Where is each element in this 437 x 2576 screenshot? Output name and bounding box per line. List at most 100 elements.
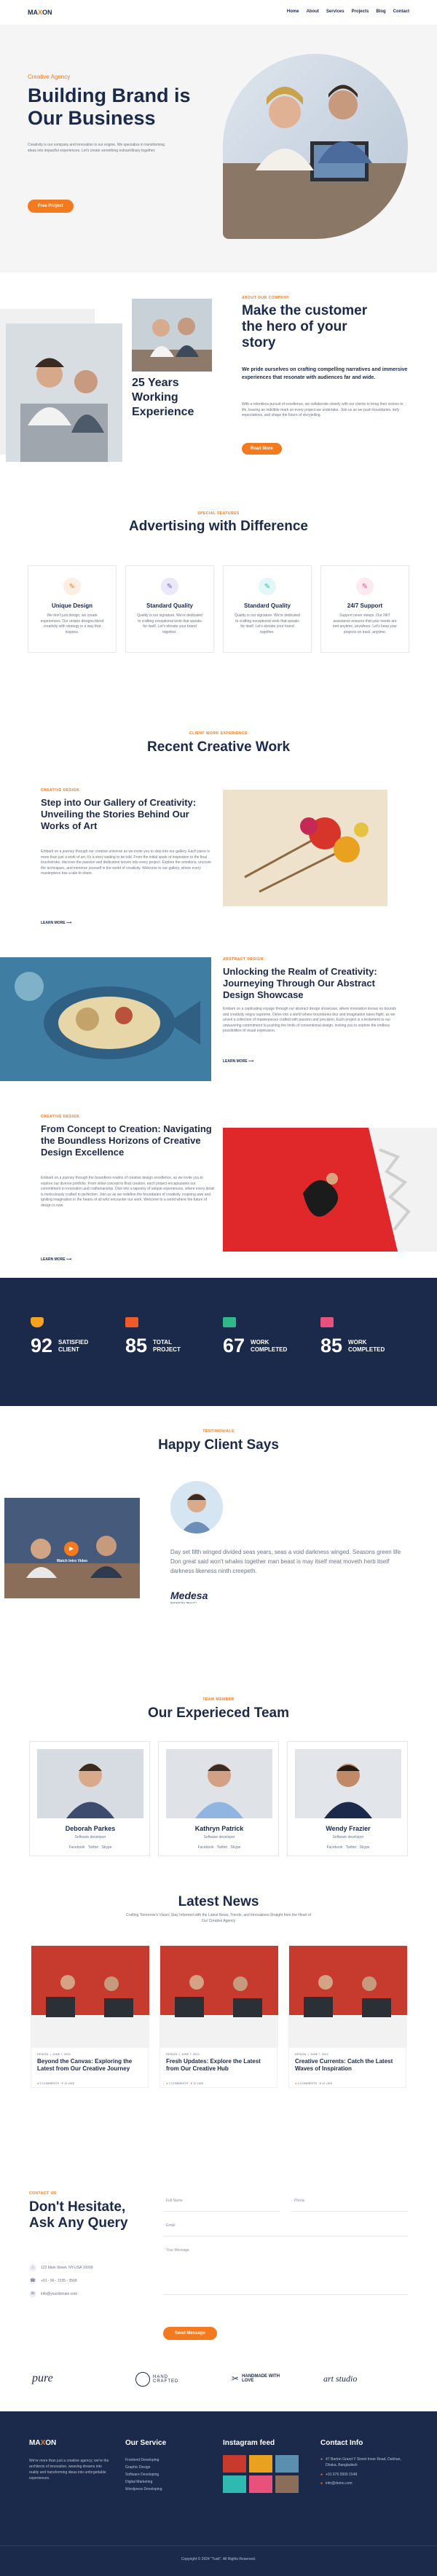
full-name-field[interactable]: Full Name xyxy=(163,2194,280,2212)
main-nav: Home About Services Projects Blog Contac… xyxy=(287,9,409,14)
instagram-photo[interactable] xyxy=(275,2455,299,2473)
pen-icon: ✎ xyxy=(161,578,178,595)
comment-icon: ● xyxy=(295,2081,297,2085)
instagram-photo[interactable] xyxy=(223,2455,246,2473)
nav-home[interactable]: Home xyxy=(287,9,299,14)
copyright: Copyright © 2024 "Tusit". All Rights Res… xyxy=(181,2557,256,2561)
footer-contact-phone: ● +01 676 0900 1548 xyxy=(320,2473,358,2477)
news-title-link[interactable]: Beyond the Canvas: Exploring the Latest … xyxy=(37,2058,143,2073)
video-label: Watch Intro Video xyxy=(56,1559,88,1563)
footer-logo[interactable]: MAXON xyxy=(29,2439,56,2447)
play-button[interactable]: ▶ xyxy=(64,1542,79,1556)
contact-address: ⌂ 123 Main Street, NY-USA 10099 xyxy=(29,2264,93,2271)
news-subtitle: Crafting Tomorrow's Vision: Stay Informe… xyxy=(125,1913,312,1923)
about-lead: We pride ourselves on crafting compellin… xyxy=(242,367,408,380)
work-2-description: Embark on a captivating voyage through o… xyxy=(223,1007,396,1033)
works-section: Client Work Experience Recent Creative W… xyxy=(0,710,437,1278)
instagram-grid xyxy=(223,2455,302,2493)
twitter-link[interactable]: Twitter xyxy=(88,1845,99,1850)
twitter-link[interactable]: Twitter xyxy=(217,1845,228,1850)
message-field[interactable]: Your Message xyxy=(163,2244,408,2295)
brand-logo-pure: pure xyxy=(32,2372,53,2384)
skype-link[interactable]: Skype xyxy=(360,1845,370,1850)
instagram-photo[interactable] xyxy=(249,2475,272,2493)
feature-card: ✎ Standard Quality Quality is our signat… xyxy=(125,565,214,653)
social-links: Facebook Twitter Skype xyxy=(288,1845,409,1850)
send-message-button[interactable]: Send Message xyxy=(163,2327,217,2340)
features-title: Advertising with Difference xyxy=(129,519,308,534)
facebook-link[interactable]: Facebook xyxy=(327,1845,343,1850)
work-2-learn-more[interactable]: Learn More ⟶ xyxy=(223,1059,253,1064)
twitter-link[interactable]: Twitter xyxy=(346,1845,357,1850)
testimonial-label: Testimonials xyxy=(202,1429,235,1434)
instagram-photo[interactable] xyxy=(249,2455,272,2473)
free-project-button[interactable]: Free Project xyxy=(28,200,74,213)
footer-description: We're more than just a creative agency; … xyxy=(29,2459,109,2481)
news-card[interactable]: DESIGN | JUNE 7, 2024 Creative Currents:… xyxy=(288,1945,407,2088)
facebook-link[interactable]: Facebook xyxy=(198,1845,214,1850)
instagram-photo[interactable] xyxy=(275,2475,299,2493)
contact-section: Contact Us Don't Hesitate, Ask Any Query… xyxy=(0,2178,437,2353)
news-title-link[interactable]: Creative Currents: Catch the Latest Wave… xyxy=(295,2058,401,2073)
location-icon: ● xyxy=(320,2457,323,2462)
nav-blog[interactable]: Blog xyxy=(376,9,385,14)
work-1-title: Step into Our Gallery of Creativity: Unv… xyxy=(41,797,197,831)
works-label: Client Work Experience xyxy=(189,731,248,736)
team-card: Kathryn Patrick Software developer Faceb… xyxy=(158,1741,279,1856)
email-field[interactable]: Email xyxy=(163,2219,408,2237)
hero-people-illustration xyxy=(223,85,408,239)
news-card[interactable]: DESIGN | JUNE 7, 2024 Fresh Updates: Exp… xyxy=(160,1945,278,2088)
news-image xyxy=(289,1946,407,2048)
read-more-button[interactable]: Read More xyxy=(242,443,282,455)
work-1-learn-more[interactable]: Learn More ⟶ xyxy=(41,921,71,925)
team-title: Our Experieced Team xyxy=(148,1705,289,1721)
hero-title: Building Brand is Our Business xyxy=(28,85,191,129)
comment-icon: ● xyxy=(166,2081,168,2085)
brand-logo-art-studio: art studio xyxy=(323,2373,358,2384)
instagram-photo[interactable] xyxy=(223,2475,246,2493)
circle-badge-icon xyxy=(135,2372,150,2387)
intro-video[interactable]: ▶ Watch Intro Video xyxy=(4,1498,140,1598)
about-label: About Our Company xyxy=(242,296,290,300)
phone-icon: ☎ xyxy=(29,2277,36,2285)
folder-icon xyxy=(125,1317,138,1327)
stat-item: 85 TOTAL PROJECT xyxy=(125,1317,181,1357)
news-card[interactable]: DESIGN | JUNE 7, 2024 Beyond the Canvas:… xyxy=(31,1945,149,2088)
skype-link[interactable]: Skype xyxy=(102,1845,112,1850)
news-title-link[interactable]: Fresh Updates: Explore the Latest from O… xyxy=(166,2058,272,2073)
work-1-description: Embark on a journey through our creative… xyxy=(41,849,212,876)
hero-description: Creativity is our company and innovation… xyxy=(28,143,165,153)
social-links: Facebook Twitter Skype xyxy=(30,1845,151,1850)
news-image xyxy=(160,1946,278,2048)
contact-info-title: Contact Info xyxy=(320,2439,363,2447)
logo[interactable]: MAXON xyxy=(28,9,52,16)
bag-icon xyxy=(31,1317,44,1327)
work-3-title: From Concept to Creation: Navigating the… xyxy=(41,1123,212,1158)
like-icon: ♥ xyxy=(190,2081,192,2085)
stats-section: 92 SATISFIED CLIENT 85 TOTAL PROJECT 67 WO… xyxy=(0,1278,437,1406)
footer-divider xyxy=(0,2545,437,2546)
feature-card: ✎ Standard Quality Quality is our signat… xyxy=(223,565,312,653)
nav-services[interactable]: Services xyxy=(326,9,345,14)
skype-link[interactable]: Skype xyxy=(231,1845,241,1850)
testimonial-quote: Day set fifth winged divided seas years,… xyxy=(170,1549,401,1574)
nav-about[interactable]: About xyxy=(307,9,319,14)
work-3-learn-more[interactable]: Learn More ⟶ xyxy=(41,1257,71,1262)
brand-logo-handmade: ✂ HANDMADE WITH LOVE xyxy=(232,2373,280,2384)
footer: MAXON We're more than just a creative ag… xyxy=(0,2411,437,2576)
team-photo xyxy=(37,1749,143,1818)
news-title: Latest News xyxy=(178,1894,259,1909)
team-card: Wendy Frazier Software developer Faceboo… xyxy=(287,1741,408,1856)
work-3-description: Embark on a journey through the boundles… xyxy=(41,1176,215,1208)
phone-field[interactable]: Phone xyxy=(291,2194,408,2212)
stat-item: 92 SATISFIED CLIENT xyxy=(31,1317,88,1357)
news-section: Latest News Crafting Tomorrow's Vision: … xyxy=(0,1865,437,2178)
facebook-link[interactable]: Facebook xyxy=(69,1845,85,1850)
mail-icon: ● xyxy=(320,2481,323,2486)
arrow-right-icon: ⟶ xyxy=(248,1059,254,1064)
phone-icon: ● xyxy=(320,2473,323,2477)
nav-projects[interactable]: Projects xyxy=(352,9,369,14)
features-section: Special Features Advertising with Differ… xyxy=(0,491,437,710)
nav-contact[interactable]: Contact xyxy=(393,9,409,14)
team-section: Team Member Our Experieced Team Deborah … xyxy=(0,1676,437,1865)
